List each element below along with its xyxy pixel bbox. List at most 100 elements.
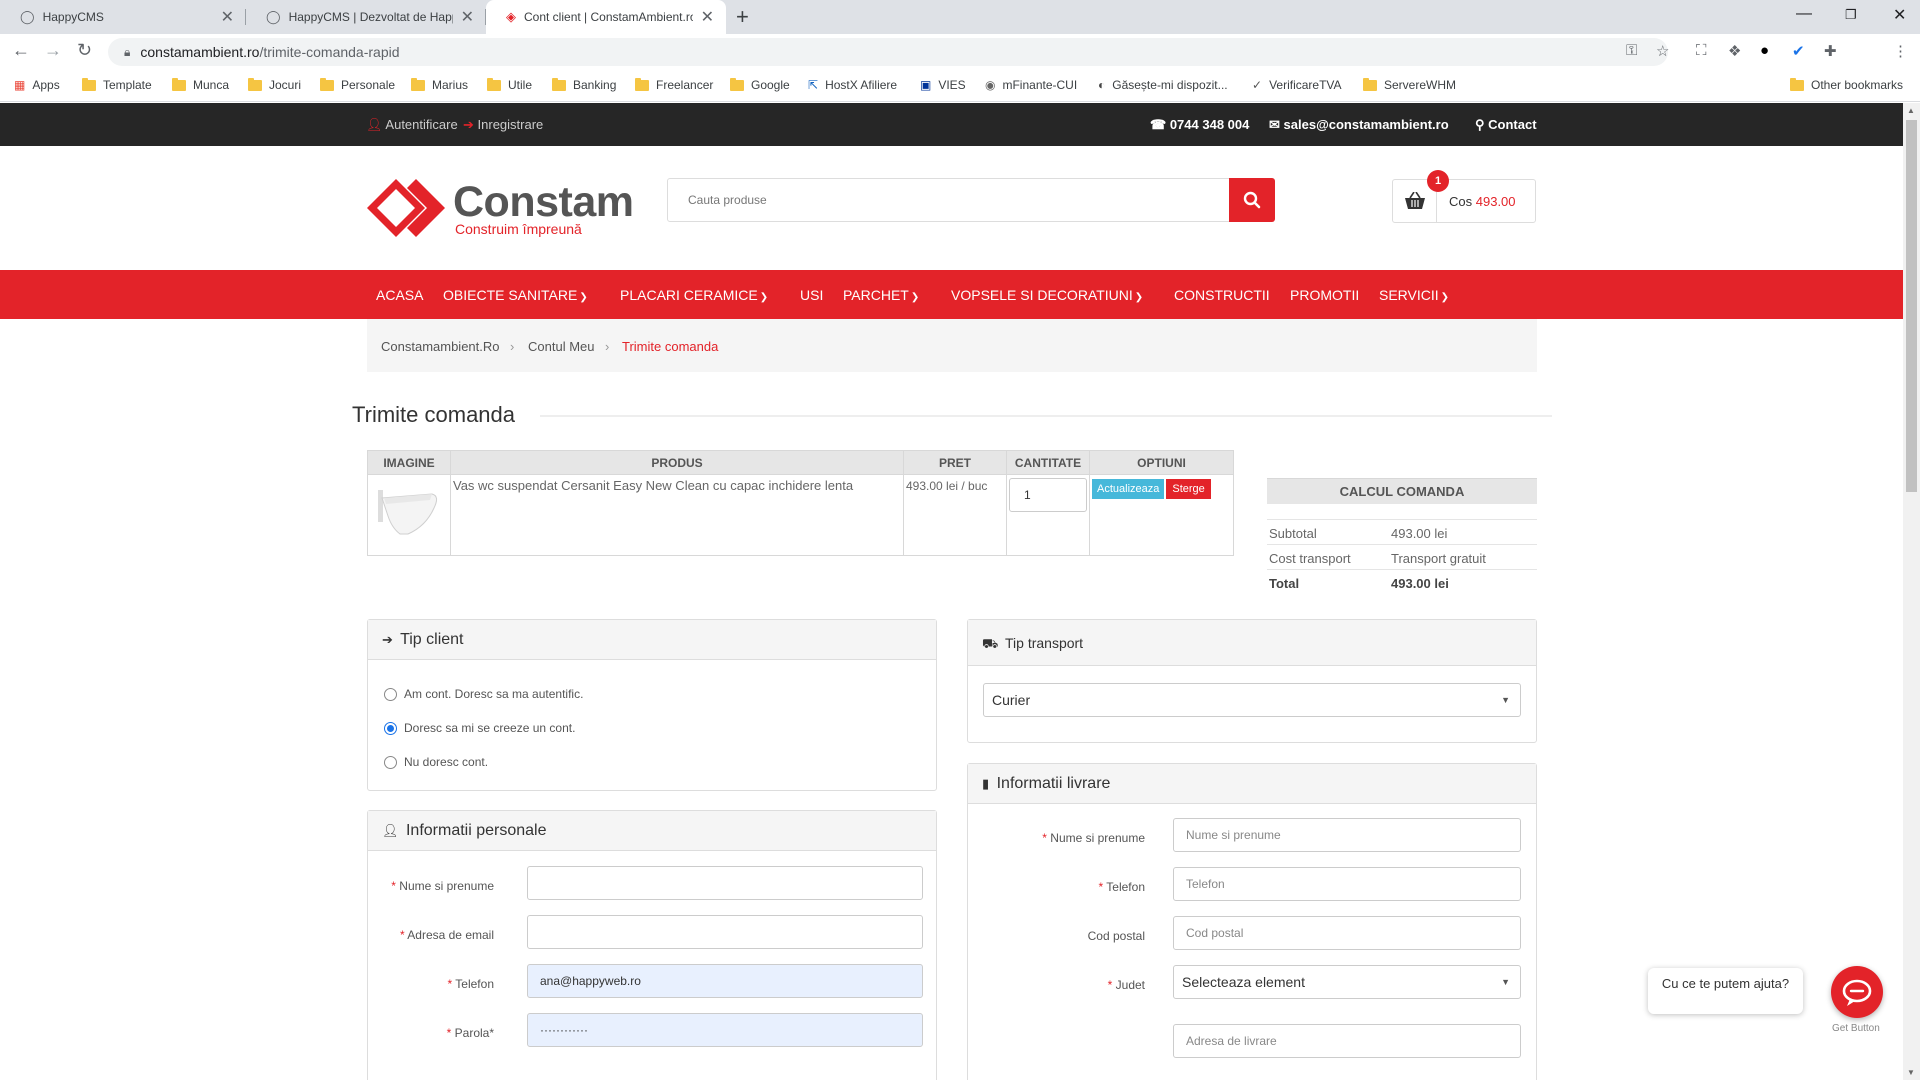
cart-count-badge: 1: [1427, 170, 1449, 192]
bookmark-folder[interactable]: Banking: [552, 77, 616, 92]
nav-item-acasa[interactable]: ACASA: [376, 287, 423, 303]
window-close-icon[interactable]: ✕: [1893, 5, 1906, 25]
radio-button[interactable]: [384, 755, 397, 769]
screenshot-extension-icon[interactable]: ⛶: [1696, 42, 1707, 59]
reload-icon[interactable]: ↻: [77, 40, 92, 61]
bookmark-folder[interactable]: Freelancer: [635, 77, 713, 92]
nav-item-parchet[interactable]: PARCHET ❯: [843, 287, 919, 303]
breadcrumb-account[interactable]: Contul Meu: [528, 339, 594, 354]
nav-item-servicii[interactable]: SERVICII ❯: [1379, 287, 1449, 303]
register-link[interactable]: ➔ Inregistrare: [463, 117, 543, 133]
breadcrumb-home[interactable]: Constamambient.Ro: [381, 339, 500, 354]
constam-logo-icon[interactable]: [367, 179, 445, 237]
personal-phone-input[interactable]: [527, 964, 923, 998]
email-link[interactable]: ✉ sales@constamambient.ro: [1269, 117, 1449, 133]
restore-icon[interactable]: ❐: [1845, 7, 1857, 23]
delivery-postal-code-input[interactable]: [1173, 916, 1521, 950]
quantity-input[interactable]: [1009, 478, 1087, 512]
delivery-phone-input[interactable]: [1173, 867, 1521, 901]
site-top-bar: 👤︎ Autentificare ➔ Inregistrare ☎ 0744 3…: [0, 103, 1903, 146]
close-icon[interactable]: ✕: [461, 7, 474, 27]
bookmark-apps[interactable]: ▦ Apps: [14, 78, 60, 92]
bookmark-folder[interactable]: Utile: [487, 77, 532, 92]
radio-button-selected[interactable]: [384, 721, 397, 735]
field-label: * Telefon: [1098, 880, 1146, 894]
search-input[interactable]: [667, 178, 1231, 222]
breadcrumb: Constamambient.Ro › Contul Meu › Trimite…: [367, 319, 1537, 372]
county-select[interactable]: Selecteaza element ▼: [1173, 965, 1521, 999]
summary-row: Cost transport Transport gratuit: [1267, 544, 1537, 569]
nav-item-promotii[interactable]: PROMOTII: [1290, 287, 1359, 303]
browser-tab[interactable]: ◯ HappyCMS ✕: [0, 0, 246, 34]
puzzle-icon[interactable]: ✚: [1824, 42, 1837, 60]
product-image[interactable]: [370, 478, 446, 548]
personal-password-input[interactable]: [527, 1013, 923, 1047]
nav-item-obiecte-sanitare[interactable]: OBIECTE SANITARE ❯: [443, 287, 588, 303]
bookmark-folder[interactable]: Google: [730, 77, 790, 92]
bookmark-find-device[interactable]: ◐ Găsește-mi dispozit...: [1098, 78, 1228, 92]
cart-widget[interactable]: 1 Cos 493.00: [1392, 170, 1536, 223]
google-icon: ◐: [1098, 78, 1106, 92]
phone-link[interactable]: ☎ 0744 348 004: [1150, 117, 1249, 133]
bookmark-verificaretva[interactable]: ✓ VerificareTVA: [1252, 78, 1342, 92]
logo-name[interactable]: Constam: [453, 178, 634, 227]
kebab-menu-icon[interactable]: ⋮: [1893, 42, 1908, 60]
folder-icon: [552, 77, 566, 91]
nav-item-constructii[interactable]: CONSTRUCTII: [1174, 287, 1270, 303]
new-tab-icon[interactable]: +: [736, 4, 749, 30]
checkmark-extension-icon[interactable]: ✔: [1792, 42, 1805, 60]
bookmark-folder[interactable]: Personale: [320, 77, 395, 92]
nav-item-placari-ceramice[interactable]: PLACARI CERAMICE ❯: [620, 287, 768, 303]
close-icon[interactable]: ✕: [701, 7, 714, 27]
page-title: Trimite comanda: [352, 402, 516, 427]
update-button[interactable]: Actualizeaza: [1092, 479, 1165, 499]
personal-email-input[interactable]: [527, 915, 923, 949]
bookmark-folder[interactable]: Jocuri: [248, 77, 301, 92]
scroll-up-icon[interactable]: ▲: [1907, 106, 1915, 115]
contact-link[interactable]: ⚲ Contact: [1475, 117, 1537, 133]
delete-button[interactable]: Sterge: [1166, 479, 1211, 499]
search-button[interactable]: [1229, 178, 1275, 222]
personal-name-input[interactable]: [527, 866, 923, 900]
url-omnibox[interactable]: 🔒︎ constamambient.ro/trimite-comanda-rap…: [108, 38, 1668, 66]
key-icon[interactable]: ⚿: [1626, 42, 1637, 59]
nav-item-vopsele[interactable]: VOPSELE SI DECORATIUNI ❯: [951, 287, 1143, 303]
chat-button[interactable]: [1831, 966, 1883, 1018]
product-name[interactable]: Vas wc suspendat Cersanit Easy New Clean…: [453, 478, 853, 493]
bookmark-folder[interactable]: ServereWHM: [1363, 77, 1456, 92]
scrollbar-thumb[interactable]: [1906, 120, 1917, 492]
star-icon[interactable]: ☆: [1656, 42, 1669, 60]
bookmark-folder[interactable]: Marius: [411, 77, 468, 92]
browser-tab[interactable]: ◯ HappyCMS | Dezvoltat de Happy ✕: [246, 0, 486, 34]
browser-tab-active[interactable]: ◈ Cont client | ConstamAmbient.ro ✕: [486, 0, 726, 34]
bookmark-vies[interactable]: ▣ VIES: [920, 78, 966, 92]
nav-item-usi[interactable]: USI: [800, 287, 823, 303]
client-option-login[interactable]: Am cont. Doresc sa ma autentific.: [384, 687, 583, 701]
login-link[interactable]: 👤︎ Autentificare: [366, 117, 458, 133]
bookmark-folder[interactable]: Munca: [172, 77, 229, 92]
chat-greeting-bubble[interactable]: Cu ce te putem ajuta?: [1648, 968, 1803, 1014]
sign-in-icon: ➔: [463, 117, 474, 132]
eu-flag-icon: ▣: [920, 78, 932, 92]
field-label: * Nume si prenume: [391, 879, 494, 893]
close-icon[interactable]: ✕: [221, 7, 234, 27]
radio-button[interactable]: [384, 687, 397, 701]
client-option-create-account[interactable]: Doresc sa mi se creeze un cont.: [384, 721, 575, 735]
other-bookmarks[interactable]: Other bookmarks: [1790, 77, 1903, 92]
back-icon[interactable]: ←: [12, 40, 30, 61]
dropbox-extension-icon[interactable]: ❖: [1728, 42, 1741, 60]
folder-icon: [635, 77, 649, 91]
transport-select[interactable]: Curier ▼: [983, 683, 1521, 717]
folder-icon: [172, 77, 186, 91]
client-option-guest[interactable]: Nu doresc cont.: [384, 755, 488, 769]
bookmark-hostx[interactable]: ⇱ HostX Afiliere: [808, 78, 897, 92]
extension-dark-icon[interactable]: ●: [1760, 42, 1769, 59]
delivery-address-input[interactable]: [1173, 1024, 1521, 1058]
minimize-icon[interactable]: —: [1796, 5, 1812, 23]
bookmark-folder[interactable]: Template: [82, 77, 152, 92]
page-scrollbar[interactable]: ▲ ▼: [1903, 103, 1920, 1080]
forward-icon[interactable]: →: [44, 40, 62, 61]
delivery-name-input[interactable]: [1173, 818, 1521, 852]
bookmark-mfinante[interactable]: ◉ mFinante-CUI: [985, 78, 1077, 92]
scroll-down-icon[interactable]: ▼: [1907, 1068, 1915, 1077]
